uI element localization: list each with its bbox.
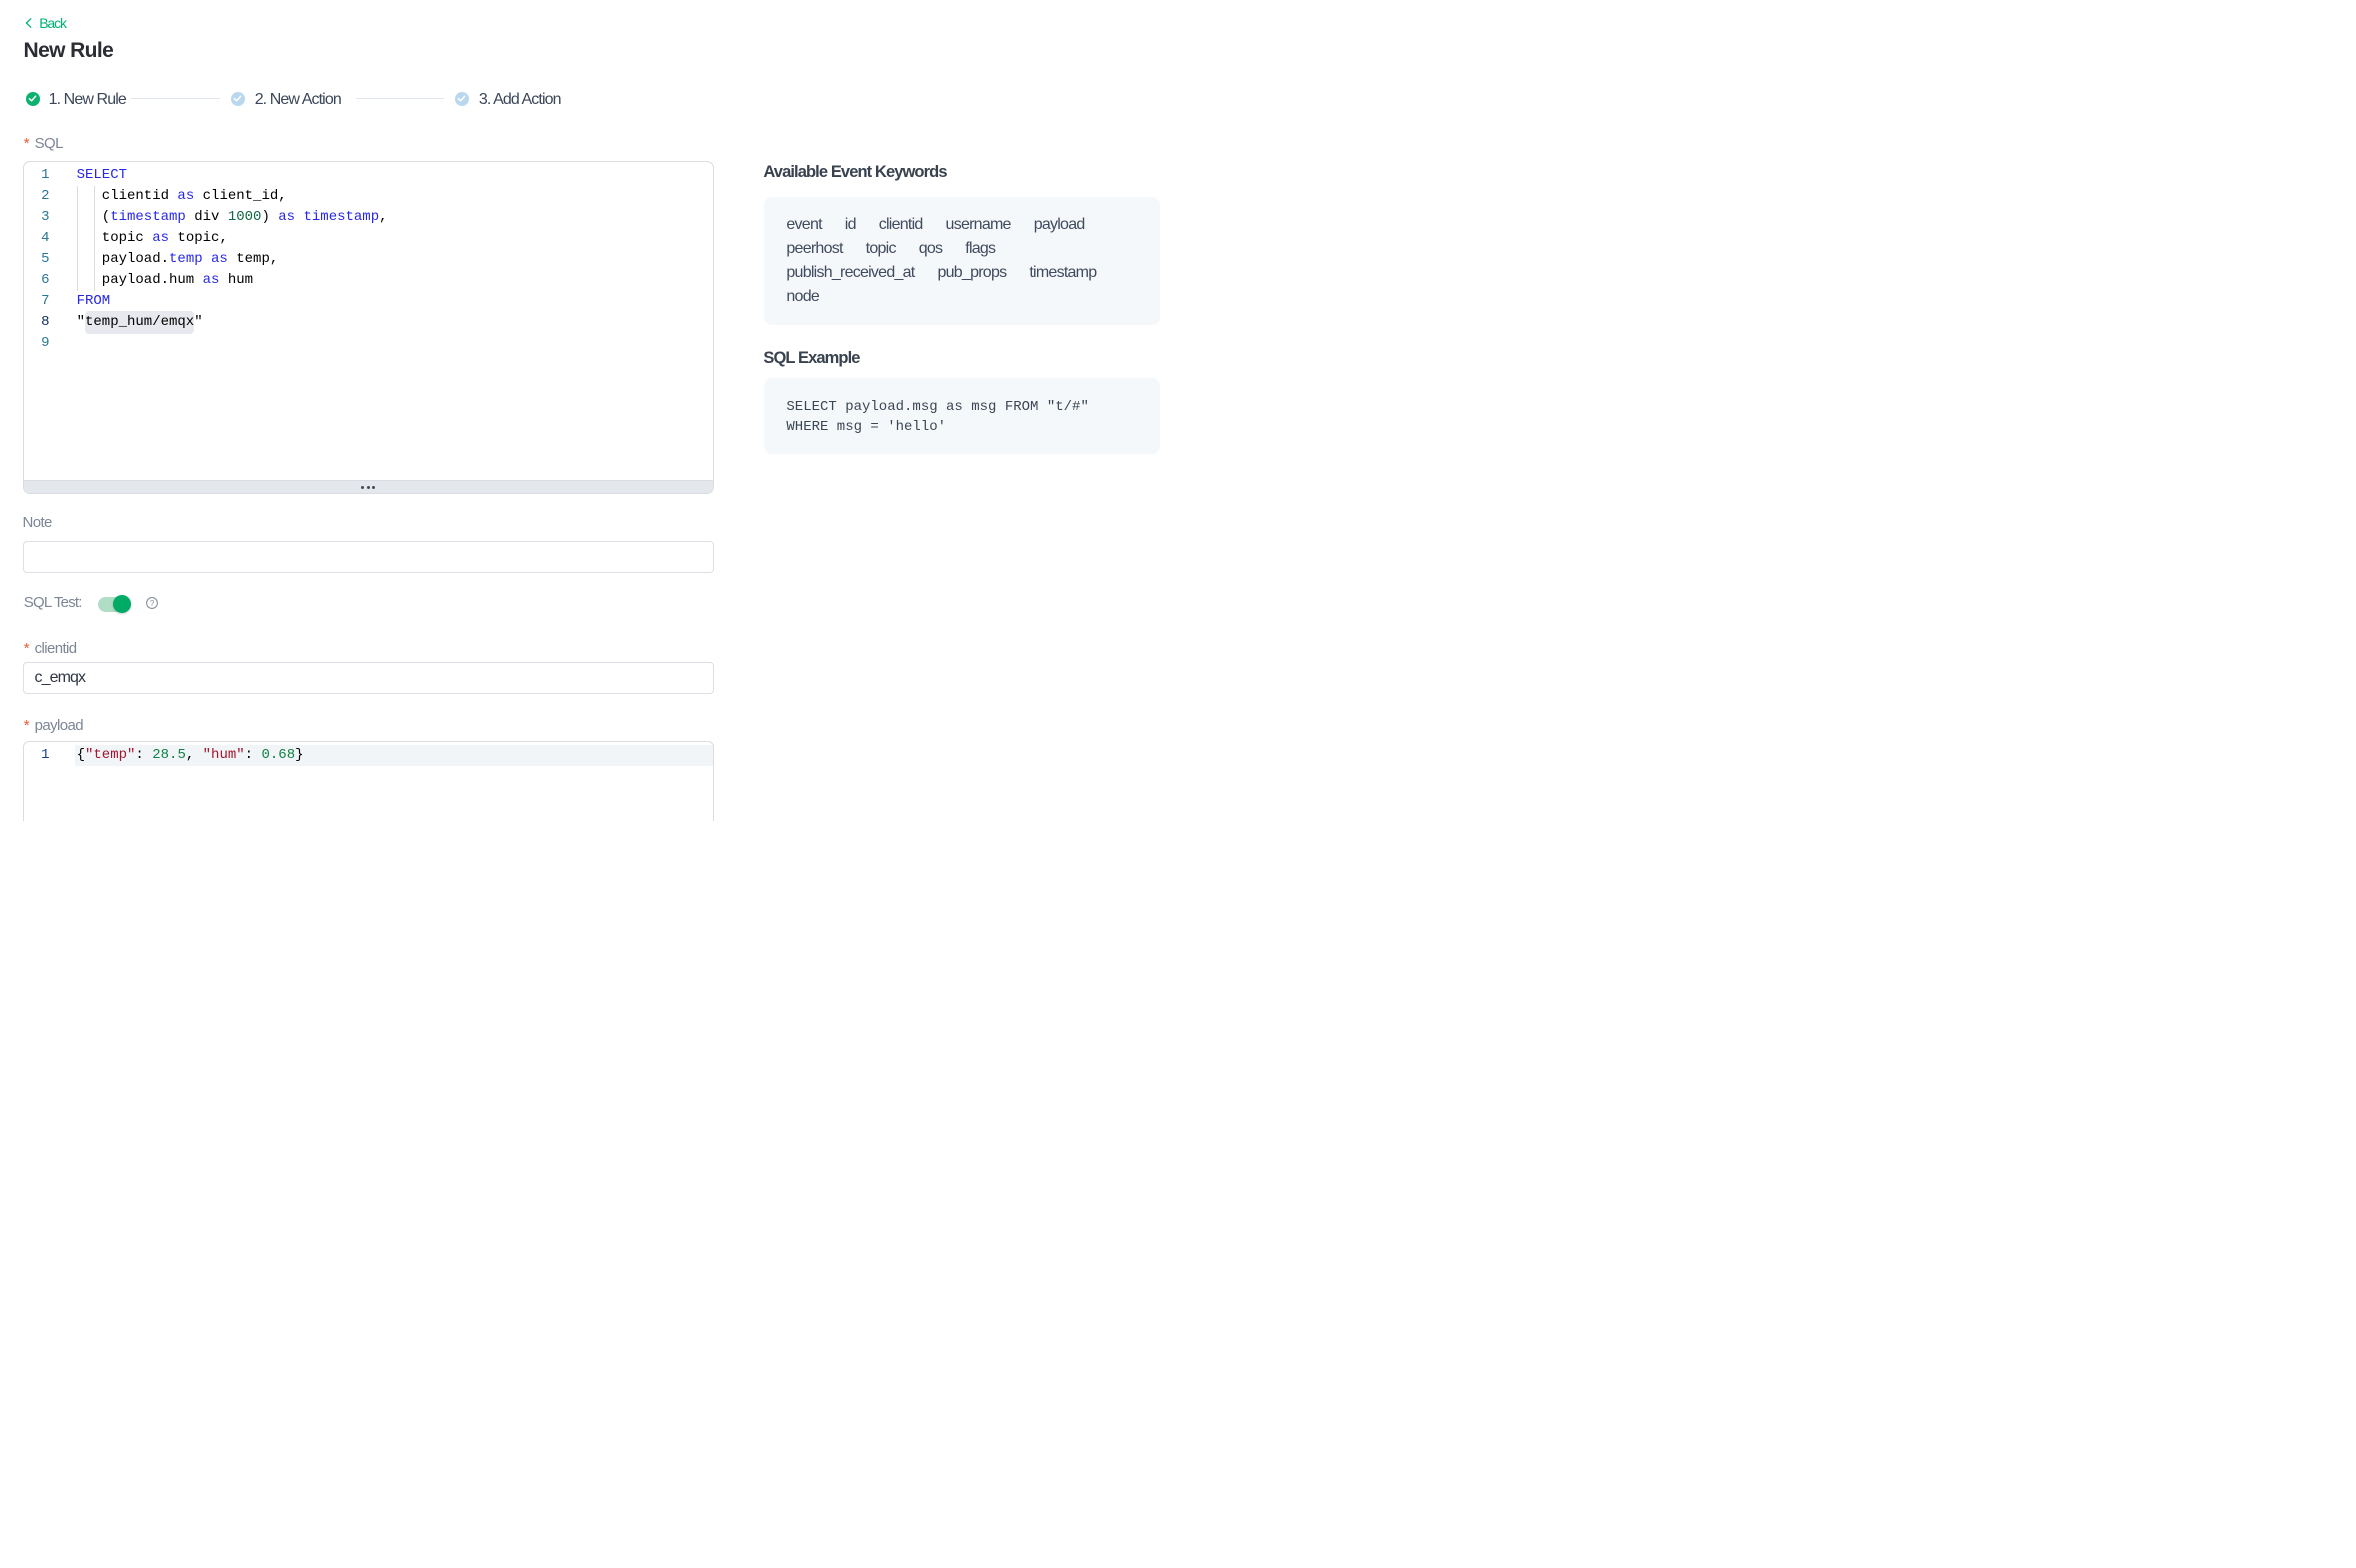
svg-text:?: ? xyxy=(150,599,155,608)
